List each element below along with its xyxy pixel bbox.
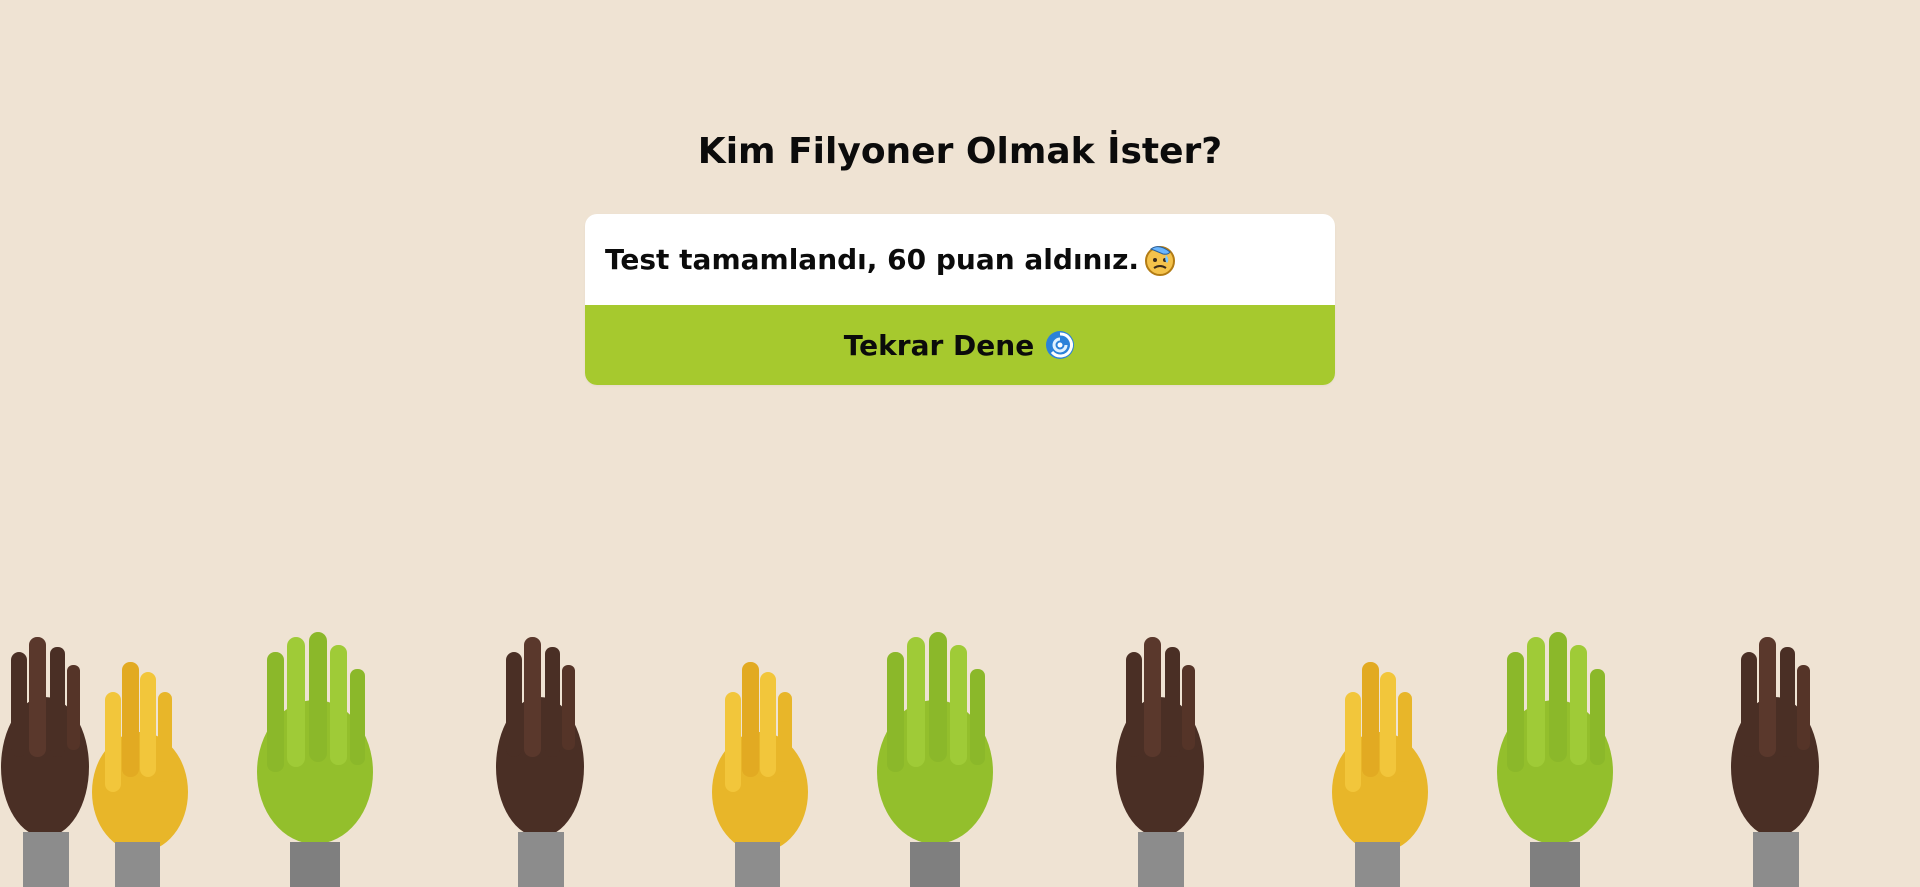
page-title: Kim Filyoner Olmak İster? <box>697 131 1223 172</box>
result-card: Test tamamlandı, 60 puan aldınız. Tekrar… <box>585 214 1335 385</box>
result-message-row: Test tamamlandı, 60 puan aldınız. <box>585 214 1335 305</box>
retry-label: Tekrar Dene <box>843 328 1035 362</box>
result-message: Test tamamlandı, 60 puan aldınız. <box>605 243 1140 276</box>
sad-relieved-face-icon <box>1143 243 1177 277</box>
decorative-hands-row <box>0 627 1920 887</box>
retry-button[interactable]: Tekrar Dene <box>585 305 1335 385</box>
cyclone-icon <box>1044 329 1076 361</box>
quiz-page: Kim Filyoner Olmak İster? Test tamamland… <box>0 0 1920 887</box>
